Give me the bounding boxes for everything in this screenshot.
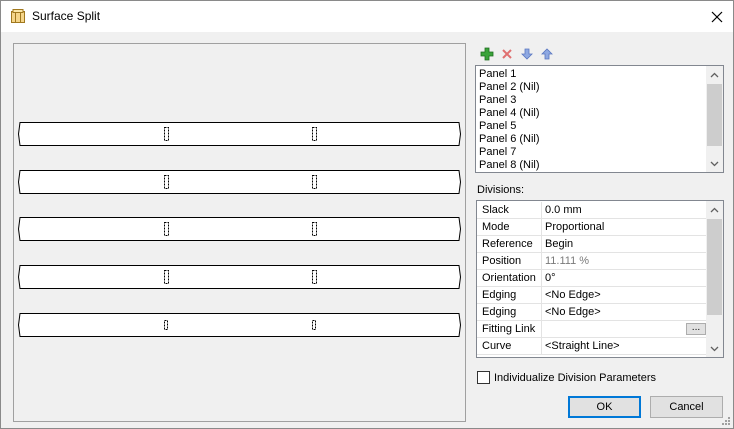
add-panel-button[interactable]	[479, 46, 495, 62]
move-down-button[interactable]	[519, 46, 535, 62]
ok-button[interactable]: OK	[568, 396, 641, 418]
property-row-fitting-link[interactable]: Fitting Link ...	[477, 321, 708, 338]
panel-preview-canvas[interactable]	[13, 43, 466, 422]
property-row-orientation[interactable]: Orientation 0°	[477, 270, 708, 287]
cancel-button[interactable]: Cancel	[650, 396, 723, 418]
list-item[interactable]: Panel 1	[479, 68, 516, 81]
property-name: Position	[477, 253, 542, 269]
panels-list[interactable]: Panel 1 Panel 2 (Nil) Panel 3 Panel 4 (N…	[475, 65, 724, 173]
property-row-edging-2[interactable]: Edging <No Edge>	[477, 304, 708, 321]
property-name: Reference	[477, 236, 542, 252]
property-value[interactable]: Begin	[543, 236, 708, 252]
scroll-down-button[interactable]	[706, 340, 723, 357]
individualize-checkbox-option[interactable]: Individualize Division Parameters	[477, 371, 656, 384]
add-icon	[480, 47, 494, 61]
property-name: Edging	[477, 304, 542, 320]
fitting-link-browse-button[interactable]: ...	[686, 323, 706, 335]
property-value[interactable]: <No Edge>	[543, 304, 708, 320]
close-icon	[711, 11, 723, 22]
chevron-up-icon	[710, 72, 719, 77]
property-name: Fitting Link	[477, 321, 542, 337]
property-grid-scrollbar[interactable]	[706, 201, 723, 357]
property-name: Edging	[477, 287, 542, 303]
surface-split-dialog: Surface Split Panel 1 Panel 2 (Nil) Pane…	[0, 0, 734, 429]
delete-panel-button[interactable]	[499, 46, 515, 62]
panels-list-scrollbar[interactable]	[706, 66, 723, 172]
chevron-down-icon	[710, 161, 719, 166]
panel-shape-3[interactable]	[18, 217, 461, 241]
scroll-down-button[interactable]	[706, 155, 723, 172]
individualize-checkbox[interactable]	[477, 371, 490, 384]
panel-toolbar	[479, 46, 555, 62]
property-value[interactable]: <Straight Line>	[543, 338, 708, 354]
property-row-slack[interactable]: Slack 0.0 mm	[477, 202, 708, 219]
list-item[interactable]: Panel 4 (Nil)	[479, 107, 540, 120]
list-item[interactable]: Panel 8 (Nil)	[479, 159, 540, 172]
property-value[interactable]: <No Edge>	[543, 287, 708, 303]
property-value[interactable]: 11.111 %	[543, 253, 708, 269]
scroll-thumb[interactable]	[707, 84, 722, 146]
list-item[interactable]: Panel 7	[479, 146, 516, 159]
chevron-down-icon	[710, 346, 719, 351]
property-name: Curve	[477, 338, 542, 354]
property-row-reference[interactable]: Reference Begin	[477, 236, 708, 253]
scroll-thumb[interactable]	[707, 219, 722, 315]
list-item[interactable]: Panel 5	[479, 120, 516, 133]
property-value[interactable]: 0.0 mm	[543, 202, 708, 218]
property-row-position[interactable]: Position 11.111 %	[477, 253, 708, 270]
surface-split-app-icon	[10, 8, 26, 24]
scroll-up-button[interactable]	[706, 201, 723, 218]
individualize-label: Individualize Division Parameters	[494, 371, 657, 384]
panel-shape-2[interactable]	[18, 170, 461, 194]
property-value[interactable]	[543, 321, 708, 337]
resize-grip-icon[interactable]	[721, 416, 731, 426]
delete-icon	[502, 49, 512, 59]
list-item[interactable]: Panel 6 (Nil)	[479, 133, 540, 146]
scroll-up-button[interactable]	[706, 66, 723, 83]
property-row-mode[interactable]: Mode Proportional	[477, 219, 708, 236]
property-value[interactable]: 0°	[543, 270, 708, 286]
property-value[interactable]: Proportional	[543, 219, 708, 235]
title-bar: Surface Split	[1, 1, 733, 32]
property-row-edging-1[interactable]: Edging <No Edge>	[477, 287, 708, 304]
list-item[interactable]: Panel 3	[479, 94, 516, 107]
close-button[interactable]	[701, 1, 733, 32]
divisions-property-grid[interactable]: Slack 0.0 mm Mode Proportional Reference…	[476, 200, 724, 358]
property-name: Mode	[477, 219, 542, 235]
divisions-label: Divisions:	[477, 184, 525, 196]
move-up-icon	[541, 48, 553, 60]
panel-shape-1[interactable]	[18, 122, 461, 146]
property-name: Orientation	[477, 270, 542, 286]
move-up-button[interactable]	[539, 46, 555, 62]
panel-shape-5[interactable]	[18, 313, 461, 337]
list-item[interactable]: Panel 2 (Nil)	[479, 81, 540, 94]
panel-shape-4[interactable]	[18, 265, 461, 289]
move-down-icon	[521, 48, 533, 60]
property-name: Slack	[477, 202, 542, 218]
chevron-up-icon	[710, 207, 719, 212]
property-row-curve[interactable]: Curve <Straight Line>	[477, 338, 708, 355]
window-title: Surface Split	[32, 9, 101, 23]
